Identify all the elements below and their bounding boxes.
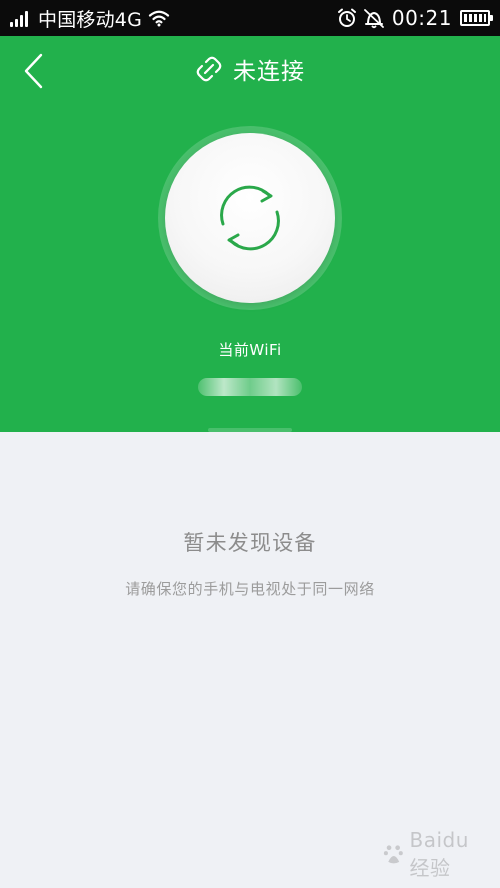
empty-state-title: 暂未发现设备	[183, 531, 317, 555]
time-label: 00:21	[391, 6, 452, 30]
alarm-icon	[337, 8, 356, 27]
baidu-watermark-logo: Baidu经验	[382, 828, 488, 880]
carrier-label: 中国移动4G	[38, 8, 143, 31]
current-wifi-label: 当前WiFi	[218, 341, 282, 359]
refresh-icon	[220, 185, 280, 251]
status-bar: 中国移动4G 00:21	[0, 0, 500, 36]
battery-fill	[464, 14, 486, 22]
connection-header: 未连接 当前WiFi	[0, 36, 500, 432]
refresh-button[interactable]	[165, 133, 335, 303]
watermark-text: Baidu经验	[409, 827, 469, 880]
page-title: 未连接	[233, 59, 305, 85]
battery-icon	[460, 10, 493, 26]
status-left: 中国移动4G	[10, 0, 170, 36]
status-right: 00:21	[336, 0, 493, 36]
vibrate-icon	[363, 9, 384, 29]
signal-icon	[10, 9, 30, 27]
paw-logo-icon	[383, 845, 403, 864]
wifi-name-blurred	[198, 378, 302, 396]
scroll-indicator	[208, 428, 292, 432]
empty-state-subtitle: 请确保您的手机与电视处于同一网络	[125, 580, 375, 598]
title-wrap: 未连接	[0, 50, 500, 88]
wifi-icon	[148, 10, 170, 27]
link-broken-icon	[196, 56, 222, 82]
refresh-circle-ring	[158, 126, 342, 310]
